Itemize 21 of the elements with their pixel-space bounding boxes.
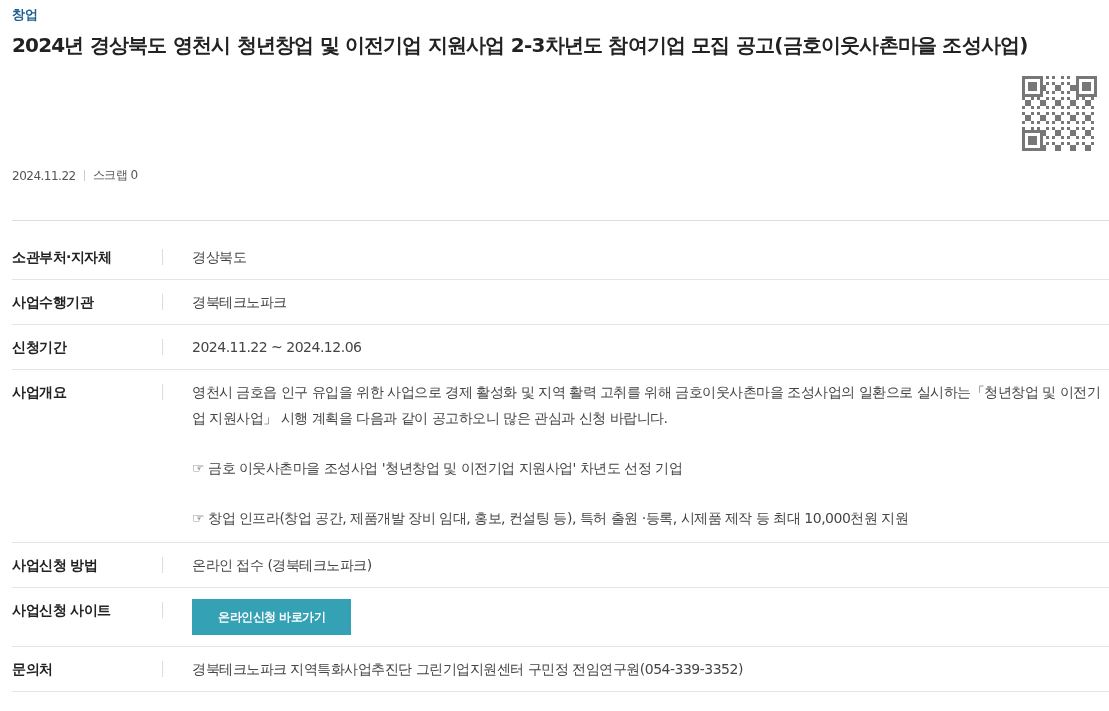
- field-value: 2024.11.22 ~ 2024.12.06: [192, 338, 363, 357]
- qr-code-icon: [1022, 76, 1097, 151]
- field-value: 경북테크노파크: [192, 293, 288, 312]
- overview-paragraph: ☞ 창업 인프라(창업 공간, 제품개발 장비 임대, 홍보, 컨설팅 등), 특허 출원 ·등록, 시제품 제작 등 최대 10,000천원 지원: [192, 509, 910, 528]
- field-label: 소관부처·지자체: [12, 248, 113, 267]
- field-value: 경북테크노파크 지역특화사업추진단 그린기업지원센터 구민정 전임연구원(054-339-3352): [192, 660, 744, 679]
- field-value: 온라인 접수 (경북테크노파크): [192, 556, 373, 575]
- overview-paragraph: 영천시 금호읍 인구 유입을 위한 사업으로 경제 활성화 및 지역 활력 고취를 위해 금호이웃사촌마을 조성사업의 일환으로 실시하는「청년창업 및 이전기업 지원사업」 시행 계획을 다음과 같이 공고하오니 많은 관심과 신청 바랍니다.: [192, 383, 1102, 428]
- field-label: 사업수행기관: [12, 293, 95, 312]
- apply-online-button[interactable]: 온라인신청 바로가기: [192, 599, 352, 635]
- field-label: 문의처: [12, 660, 54, 679]
- field-label: 사업신청 사이트: [12, 601, 112, 620]
- page-title: 2024년 경상북도 영천시 청년창업 및 이전기업 지원사업 2-3차년도 참여기업 모집 공고(금호이웃사촌마을 조성사업): [12, 32, 1029, 59]
- overview-paragraph: ☞ 금호 이웃사촌마을 조성사업 '청년창업 및 이전기업 지원사업' 차년도 선정 기업: [192, 459, 684, 478]
- field-label: 사업신청 방법: [12, 556, 99, 575]
- post-date: 2024.11.22: [12, 168, 76, 183]
- field-label: 신청기간: [12, 338, 68, 357]
- category-label: 창업: [12, 6, 38, 24]
- field-label: 사업개요: [12, 383, 68, 402]
- scrap-count: 스크랩 0: [92, 167, 138, 184]
- field-value: 경상북도: [192, 248, 247, 267]
